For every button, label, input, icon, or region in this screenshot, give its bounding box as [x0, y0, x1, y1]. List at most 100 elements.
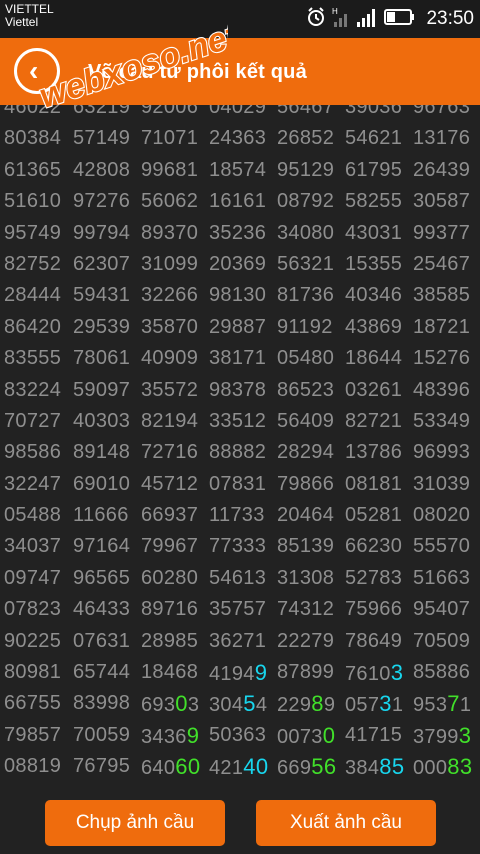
grid-cell: 80981: [4, 661, 62, 684]
grid-cell: 71071: [141, 127, 199, 150]
grid-cell: 83555: [4, 347, 62, 370]
status-icons: H 23:50: [306, 6, 474, 32]
grid-cell: 51663: [413, 566, 471, 589]
grid-cell: 69303: [141, 691, 200, 717]
grid-cell: 95407: [413, 598, 471, 621]
grid-cell: 26852: [277, 127, 335, 150]
grid-cell: 66755: [4, 692, 62, 715]
highlighted-digit: 9: [186, 722, 200, 748]
grid-cell: 91192: [277, 315, 333, 338]
grid-cell: 70509: [413, 629, 471, 652]
grid-cell: 48396: [413, 378, 471, 401]
grid-cell: 20369: [209, 252, 267, 275]
highlighted-digit: 0: [322, 722, 336, 748]
grid-cell: 29887: [209, 315, 267, 338]
grid-cell: 72716: [141, 441, 199, 464]
grid-cell: 99681: [141, 158, 199, 181]
grid-cell: 41949: [209, 660, 268, 686]
grid-cell: 38171: [209, 347, 267, 370]
grid-cell: 43031: [345, 221, 403, 244]
grid-cell: 56467: [277, 105, 335, 118]
grid-cell: 54621: [345, 127, 403, 150]
highlighted-digit: 40: [243, 754, 269, 775]
grid-cell: 36271: [209, 629, 267, 652]
grid-cell: 11666: [73, 504, 129, 527]
grid-cell: 18574: [209, 158, 267, 181]
grid-cell: 60280: [141, 566, 199, 589]
grid-cell: 98586: [4, 441, 62, 464]
grid-cell: 89716: [141, 598, 199, 621]
grid-cell: 66230: [345, 535, 403, 558]
grid-cell: 40909: [141, 347, 199, 370]
grid-cell: 81736: [277, 284, 335, 307]
grid-cell: 58255: [345, 190, 403, 213]
grid-cell: 30587: [413, 190, 471, 213]
grid-cell: 32266: [141, 284, 199, 307]
grid-cell: 16161: [209, 190, 267, 213]
grid-cell: 41715: [345, 723, 403, 746]
grid-cell: 13176: [413, 127, 471, 150]
highlighted-digit: 9: [254, 660, 268, 686]
grid-cell: 88882: [209, 441, 267, 464]
grid-cell: 64060: [141, 751, 200, 775]
grid-cell: 95129: [277, 158, 335, 181]
grid-cell: 31099: [141, 252, 199, 275]
grid-cell: 79967: [141, 535, 199, 558]
grid-cell: 20464: [277, 504, 335, 527]
grid-cell: 99794: [73, 221, 131, 244]
grid-cell: 59431: [73, 284, 131, 307]
highlighted-digit: 60: [175, 754, 201, 775]
grid-cell: 79857: [4, 723, 62, 746]
capture-bridge-button[interactable]: Chụp ảnh cầu: [45, 800, 225, 846]
grid-cell: 38585: [413, 284, 471, 307]
grid-cell: 77333: [209, 535, 267, 558]
grid-cell: 31308: [277, 566, 335, 589]
grid-cell: 40346: [345, 284, 403, 307]
highlighted-digit: 3: [390, 660, 404, 686]
grid-cell: 50363: [209, 723, 267, 746]
grid-cell: 28294: [277, 441, 335, 464]
grid-cell: 85886: [413, 661, 471, 684]
grid-cell: 75966: [345, 598, 403, 621]
grid-cell: 05480: [277, 347, 335, 370]
grid-cell: 08181: [345, 472, 403, 495]
export-bridge-button[interactable]: Xuất ảnh cầu: [256, 800, 436, 846]
grid-cell: 83998: [73, 692, 131, 715]
grid-cell: 35757: [209, 598, 267, 621]
grid-cell: 57149: [73, 127, 131, 150]
grid-cell: 56062: [141, 190, 199, 213]
highlighted-digit: 0: [175, 691, 188, 717]
grid-cell: 26439: [413, 158, 471, 181]
grid-cell: 05731: [345, 691, 404, 717]
grid-cell: 13786: [345, 441, 403, 464]
footer-bar: Chụp ảnh cầu Xuất ảnh cầu: [0, 775, 480, 854]
grid-cell: 05488: [4, 504, 62, 527]
grid-cell: 55570: [413, 535, 471, 558]
grid-cell: 85139: [277, 535, 335, 558]
grid-cell: 52783: [345, 566, 403, 589]
highlighted-digit: 8: [311, 691, 324, 717]
grid-cell: 08020: [413, 504, 471, 527]
grid-cell: 59097: [73, 378, 131, 401]
grid-cell: 34369: [141, 722, 200, 748]
grid-cell: 99377: [413, 221, 471, 244]
grid-cell: 95749: [4, 221, 62, 244]
grid-cell: 32247: [4, 472, 62, 495]
grid-cell: 40303: [73, 409, 131, 432]
grid-cell: 96763: [413, 105, 471, 118]
grid-cell: 66937: [141, 504, 199, 527]
highlighted-digit: 3: [458, 722, 472, 748]
grid-cell: 03261: [345, 378, 403, 401]
grid-cell: 98378: [209, 378, 267, 401]
battery-icon: [384, 8, 416, 31]
clock: 23:50: [426, 8, 474, 29]
grid-cell: 34037: [4, 535, 62, 558]
highlighted-digit: 3: [379, 691, 392, 717]
grid-cell: 89370: [141, 221, 199, 244]
grid-cell: 29539: [73, 315, 131, 338]
grid-cell: 11733: [209, 504, 265, 527]
grid-cell: 07823: [4, 598, 62, 621]
grid-cell: 56321: [277, 252, 335, 275]
grid-cell: 30454: [209, 691, 268, 717]
grid-cell: 22989: [277, 691, 336, 717]
